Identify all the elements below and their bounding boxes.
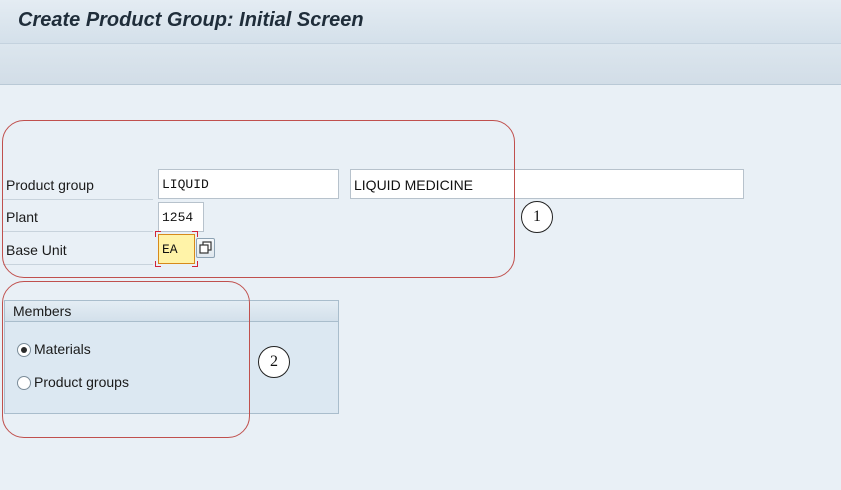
annotation-box-2 (2, 281, 250, 438)
annotation-marker-2: 2 (258, 346, 290, 378)
title-bar: Create Product Group: Initial Screen (0, 0, 841, 44)
annotation-box-1 (2, 120, 515, 278)
screen-title: Create Product Group: Initial Screen (18, 9, 364, 31)
annotation-marker-1: 1 (521, 201, 553, 233)
application-toolbar (0, 44, 841, 85)
